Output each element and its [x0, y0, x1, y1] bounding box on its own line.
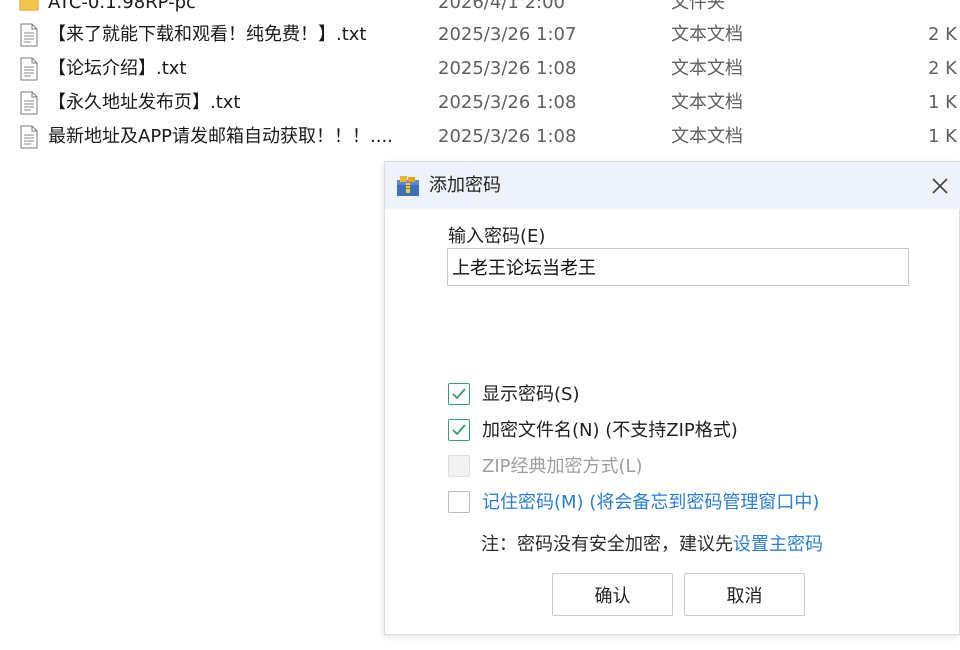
file-type: 文本文档 [671, 126, 743, 147]
dialog-title: 添加密码 [429, 175, 501, 196]
file-type: 文件夹 [671, 0, 725, 13]
file-date: 2025/3/26 1:08 [438, 126, 577, 147]
text-file-icon [20, 91, 38, 115]
security-note-text: 注：密码没有安全加密，建议先 [481, 534, 733, 555]
check-icon [452, 388, 466, 400]
add-password-dialog: 添加密码 输入密码(E) 显示密码(S) 加密文件名(N) (不支持ZIP格式) [384, 161, 960, 635]
show-password-checkbox[interactable] [448, 383, 470, 405]
remember-password-checkbox[interactable] [448, 491, 470, 513]
file-row[interactable]: 【论坛介绍】.txt 2025/3/26 1:08 文本文档 2 K [0, 52, 960, 86]
password-input[interactable] [447, 248, 909, 286]
security-note: 注：密码没有安全加密，建议先设置主密码 [481, 530, 823, 556]
file-size: 1 K [928, 92, 957, 113]
zip-classic-encryption-label: ZIP经典加密方式(L) [482, 456, 643, 477]
file-type: 文本文档 [671, 24, 743, 45]
file-date: 2025/3/26 1:07 [438, 24, 577, 45]
file-date: 2025/3/26 1:08 [438, 92, 577, 113]
cancel-button[interactable]: 取消 [684, 573, 805, 616]
file-name: 最新地址及APP请发邮箱自动获取！！！.... [48, 126, 393, 147]
file-row[interactable]: 【永久地址发布页】.txt 2025/3/26 1:08 文本文档 1 K [0, 86, 960, 120]
file-size: 2 K [928, 58, 957, 79]
password-label: 输入密码(E) [448, 226, 546, 247]
zip-classic-encryption-checkbox [448, 455, 470, 477]
text-file-icon [20, 125, 38, 149]
file-name: 【论坛介绍】.txt [48, 58, 187, 79]
file-name: 【永久地址发布页】.txt [48, 92, 241, 113]
check-icon [452, 424, 466, 436]
remember-password-label[interactable]: 记住密码(M) (将会备忘到密码管理窗口中) [482, 489, 819, 517]
encrypt-filenames-checkbox[interactable] [448, 419, 470, 441]
file-type: 文本文档 [671, 58, 743, 79]
screen: ATC-0.1.98RP-pc 2026/4/1 2:00 文件夹 【来了就能下… [0, 0, 960, 650]
close-icon[interactable] [925, 171, 955, 201]
file-list: ATC-0.1.98RP-pc 2026/4/1 2:00 文件夹 【来了就能下… [0, 0, 960, 160]
file-date: 2025/3/26 1:08 [438, 58, 577, 79]
folder-icon [19, 0, 39, 11]
file-row[interactable]: 【来了就能下载和观看！纯免费！】.txt 2025/3/26 1:07 文本文档… [0, 18, 960, 52]
file-row[interactable]: 最新地址及APP请发邮箱自动获取！！！.... 2025/3/26 1:08 文… [0, 120, 960, 154]
dialog-titlebar[interactable]: 添加密码 [385, 162, 960, 209]
file-size: 2 K [928, 24, 957, 45]
file-size: 1 K [928, 126, 957, 147]
archive-app-icon [397, 176, 419, 196]
file-name: ATC-0.1.98RP-pc [48, 0, 196, 13]
file-name: 【来了就能下载和观看！纯免费！】.txt [48, 24, 367, 45]
text-file-icon [20, 23, 38, 47]
encrypt-filenames-label: 加密文件名(N) (不支持ZIP格式) [482, 420, 738, 441]
set-master-password-link[interactable]: 设置主密码 [733, 534, 823, 555]
show-password-label: 显示密码(S) [482, 384, 580, 405]
file-type: 文本文档 [671, 92, 743, 113]
confirm-button[interactable]: 确认 [552, 573, 673, 616]
text-file-icon [20, 57, 38, 81]
file-date: 2026/4/1 2:00 [438, 0, 565, 13]
file-row-folder[interactable]: ATC-0.1.98RP-pc 2026/4/1 2:00 文件夹 [0, 0, 960, 20]
